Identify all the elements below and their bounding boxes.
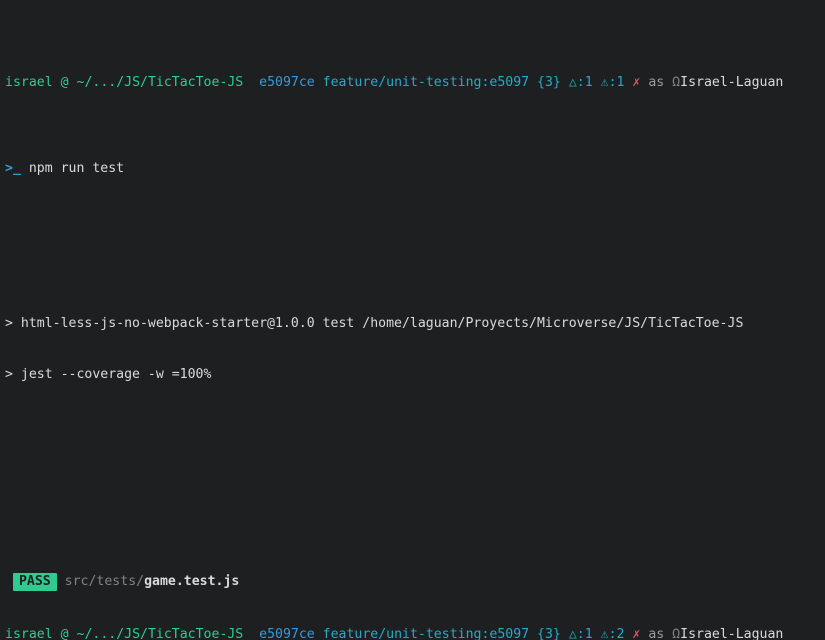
suite-result-line: PASS src/tests/game.test.js (5, 572, 825, 591)
triangle-outline-icon: △ (568, 74, 577, 90)
prompt-bottom-path: ~/.../JS/TicTacToe-JS (76, 627, 244, 640)
prompt-bottom-commit-hash: e5097ce (259, 627, 315, 640)
prompt-bottom-username: Israel-Laguan (680, 627, 784, 640)
prompt-bottom-warn-count: :2 (608, 627, 625, 640)
prompt-user: israel (5, 74, 53, 90)
prompt-commit-hash: e5097ce (259, 74, 315, 90)
prompt-path: ~/.../JS/TicTacToe-JS (76, 74, 244, 90)
suite-path-prefix: src/tests/ (64, 573, 145, 589)
prompt-caret-icon: >_ (5, 160, 21, 176)
prompt-line-top: israel @ ~/.../JS/TicTacToe-JS e5097ce f… (5, 74, 825, 91)
status-badge: PASS (12, 572, 57, 591)
prompt-line-bottom: israel @ ~/.../JS/TicTacToe-JS e5097ce f… (5, 626, 783, 640)
warning-triangle-icon: ⚠ (600, 627, 609, 640)
prompt-bottom-branch: feature/unit-testing:e5097 (322, 627, 530, 640)
prompt-change-count: :1 (576, 74, 593, 90)
warning-triangle-icon: ⚠ (600, 74, 609, 90)
prompt-bottom-stash-count: {3} (537, 627, 561, 640)
terminal-window[interactable]: israel @ ~/.../JS/TicTacToe-JS e5097ce f… (0, 0, 825, 640)
prompt-at: @ (60, 74, 69, 90)
prompt-bottom-at: @ (60, 627, 69, 640)
command-line[interactable]: >_ npm run test (5, 160, 825, 177)
prompt-stash-count: {3} (537, 74, 561, 90)
prompt-bottom-change-count: :1 (576, 627, 593, 640)
npm-output-line-2: > jest --coverage -w =100% (5, 367, 212, 383)
user-omega-icon: Ω (672, 627, 681, 640)
prompt-bottom-user: israel (5, 627, 53, 640)
prompt-bottom-as-label: as (648, 627, 665, 640)
prompt-warn-count: :1 (608, 74, 625, 90)
prompt-username: Israel-Laguan (680, 74, 784, 90)
suite-file-name: game.test.js (144, 573, 240, 589)
user-omega-icon: Ω (672, 74, 681, 90)
prompt-branch: feature/unit-testing:e5097 (322, 74, 530, 90)
triangle-outline-icon: △ (568, 627, 577, 640)
command-input[interactable]: npm run test (29, 161, 124, 176)
prompt-as-label: as (648, 74, 665, 90)
npm-output-line-1: > html-less-js-no-webpack-starter@1.0.0 … (5, 315, 744, 331)
